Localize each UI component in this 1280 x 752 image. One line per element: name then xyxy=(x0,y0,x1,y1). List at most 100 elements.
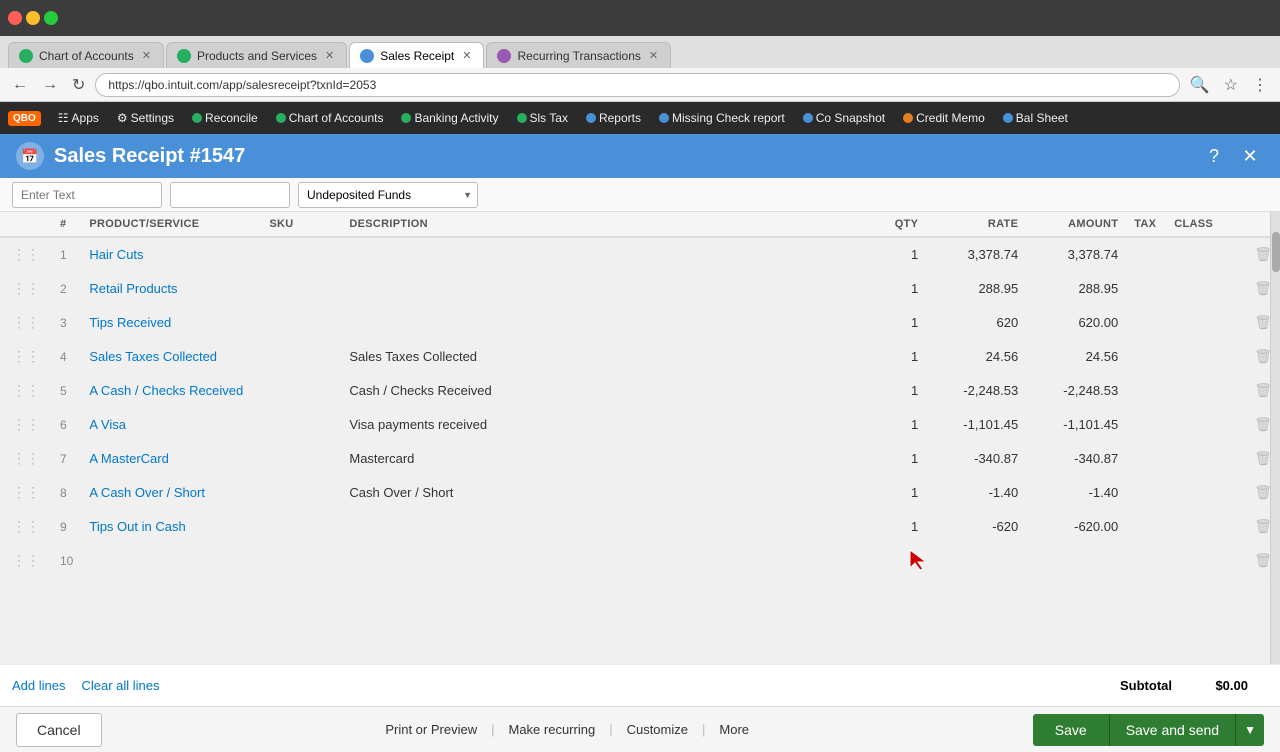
class-cell[interactable] xyxy=(1166,374,1246,408)
rate-cell[interactable] xyxy=(926,544,1026,578)
description-cell[interactable]: Mastercard xyxy=(341,442,866,476)
tax-cell[interactable] xyxy=(1126,510,1166,544)
url-input[interactable] xyxy=(95,73,1179,97)
close-button[interactable]: ✕ xyxy=(1236,142,1264,170)
description-cell[interactable]: Sales Taxes Collected xyxy=(341,340,866,374)
sku-cell[interactable] xyxy=(261,544,341,578)
tax-cell[interactable] xyxy=(1126,237,1166,272)
class-cell[interactable] xyxy=(1166,510,1246,544)
class-cell[interactable] xyxy=(1166,476,1246,510)
drag-handle-icon[interactable]: ⋮⋮ xyxy=(8,382,44,398)
tab-close-icon[interactable]: ✕ xyxy=(140,49,153,62)
class-cell[interactable] xyxy=(1166,408,1246,442)
drag-handle-icon[interactable]: ⋮⋮ xyxy=(8,246,44,262)
tax-cell[interactable] xyxy=(1126,306,1166,340)
rate-cell[interactable]: 3,378.74 xyxy=(926,237,1026,272)
customize-button[interactable]: Customize xyxy=(615,722,700,737)
nav-co-snapshot[interactable]: Co Snapshot xyxy=(796,106,892,130)
sku-cell[interactable] xyxy=(261,408,341,442)
class-cell[interactable] xyxy=(1166,544,1246,578)
save-and-send-button[interactable]: Save and send xyxy=(1109,714,1235,746)
nav-missing-check[interactable]: Missing Check report xyxy=(652,106,792,130)
sku-cell[interactable] xyxy=(261,442,341,476)
class-cell[interactable] xyxy=(1166,272,1246,306)
description-cell[interactable]: Cash / Checks Received xyxy=(341,374,866,408)
secondary-input[interactable] xyxy=(170,182,290,208)
tab-sales-receipt[interactable]: Sales Receipt ✕ xyxy=(349,42,484,68)
rate-cell[interactable]: -620 xyxy=(926,510,1026,544)
qty-cell[interactable]: 1 xyxy=(866,237,926,272)
description-cell[interactable] xyxy=(341,237,866,272)
tax-cell[interactable] xyxy=(1126,544,1166,578)
nav-banking-activity[interactable]: Banking Activity xyxy=(394,106,505,130)
sku-cell[interactable] xyxy=(261,340,341,374)
tab-chart-of-accounts[interactable]: Chart of Accounts ✕ xyxy=(8,42,164,68)
description-cell[interactable] xyxy=(341,272,866,306)
drag-handle-icon[interactable]: ⋮⋮ xyxy=(8,416,44,432)
tax-cell[interactable] xyxy=(1126,374,1166,408)
tax-cell[interactable] xyxy=(1126,442,1166,476)
sku-cell[interactable] xyxy=(261,272,341,306)
drag-handle-icon[interactable]: ⋮⋮ xyxy=(8,518,44,534)
rate-cell[interactable]: -340.87 xyxy=(926,442,1026,476)
drag-handle-icon[interactable]: ⋮⋮ xyxy=(8,280,44,296)
product-service-cell[interactable]: A Cash Over / Short xyxy=(81,476,261,510)
tab-close-icon[interactable]: ✕ xyxy=(323,49,336,62)
drag-handle-icon[interactable]: ⋮⋮ xyxy=(8,484,44,500)
clear-all-lines-button[interactable]: Clear all lines xyxy=(81,678,159,693)
add-lines-button[interactable]: Add lines xyxy=(12,678,65,693)
enter-text-input[interactable] xyxy=(12,182,162,208)
nav-chart-of-accounts[interactable]: Chart of Accounts xyxy=(269,106,391,130)
scrollbar[interactable] xyxy=(1270,212,1280,664)
nav-sls-tax[interactable]: Sls Tax xyxy=(510,106,575,130)
window-maximize-btn[interactable] xyxy=(44,11,58,25)
menu-icon[interactable]: ⋮ xyxy=(1248,73,1272,97)
sku-cell[interactable] xyxy=(261,374,341,408)
description-cell[interactable]: Cash Over / Short xyxy=(341,476,866,510)
print-preview-button[interactable]: Print or Preview xyxy=(373,722,489,737)
more-button[interactable]: More xyxy=(707,722,761,737)
qty-cell[interactable]: 1 xyxy=(866,272,926,306)
help-button[interactable]: ? xyxy=(1200,142,1228,170)
qty-cell[interactable]: 1 xyxy=(866,510,926,544)
product-service-cell[interactable]: A MasterCard xyxy=(81,442,261,476)
rate-cell[interactable]: -2,248.53 xyxy=(926,374,1026,408)
tab-close-icon[interactable]: ✕ xyxy=(647,49,660,62)
back-button[interactable]: ← xyxy=(8,74,32,96)
tax-cell[interactable] xyxy=(1126,476,1166,510)
bookmark-icon[interactable]: ☆ xyxy=(1220,73,1242,97)
nav-settings[interactable]: ⚙ Settings xyxy=(110,106,181,130)
class-cell[interactable] xyxy=(1166,306,1246,340)
window-minimize-btn[interactable] xyxy=(26,11,40,25)
nav-apps[interactable]: ☷ Apps xyxy=(51,106,106,130)
rate-cell[interactable]: -1.40 xyxy=(926,476,1026,510)
rate-cell[interactable]: 620 xyxy=(926,306,1026,340)
tab-close-icon[interactable]: ✕ xyxy=(460,49,473,62)
nav-reports[interactable]: Reports xyxy=(579,106,648,130)
window-close-btn[interactable] xyxy=(8,11,22,25)
qty-cell[interactable]: 1 xyxy=(866,476,926,510)
nav-credit-memo[interactable]: Credit Memo xyxy=(896,106,992,130)
drag-handle-icon[interactable]: ⋮⋮ xyxy=(8,348,44,364)
cancel-button[interactable]: Cancel xyxy=(16,713,102,747)
scrollbar-thumb[interactable] xyxy=(1272,232,1280,272)
qty-cell[interactable]: 1 xyxy=(866,442,926,476)
tax-cell[interactable] xyxy=(1126,272,1166,306)
drag-handle-icon[interactable]: ⋮⋮ xyxy=(8,314,44,330)
product-service-cell[interactable] xyxy=(81,544,261,578)
drag-handle-icon[interactable]: ⋮⋮ xyxy=(8,450,44,466)
rate-cell[interactable]: -1,101.45 xyxy=(926,408,1026,442)
forward-button[interactable]: → xyxy=(38,74,62,96)
sku-cell[interactable] xyxy=(261,476,341,510)
save-dropdown-button[interactable]: ▼ xyxy=(1235,714,1264,746)
description-cell[interactable] xyxy=(341,306,866,340)
qty-cell[interactable]: 1 xyxy=(866,340,926,374)
product-service-cell[interactable]: Sales Taxes Collected xyxy=(81,340,261,374)
product-service-cell[interactable]: Retail Products xyxy=(81,272,261,306)
tab-recurring-transactions[interactable]: Recurring Transactions ✕ xyxy=(486,42,671,68)
product-service-cell[interactable]: A Visa xyxy=(81,408,261,442)
rate-cell[interactable]: 288.95 xyxy=(926,272,1026,306)
nav-reconcile[interactable]: Reconcile xyxy=(185,106,265,130)
sku-cell[interactable] xyxy=(261,237,341,272)
make-recurring-button[interactable]: Make recurring xyxy=(496,722,607,737)
